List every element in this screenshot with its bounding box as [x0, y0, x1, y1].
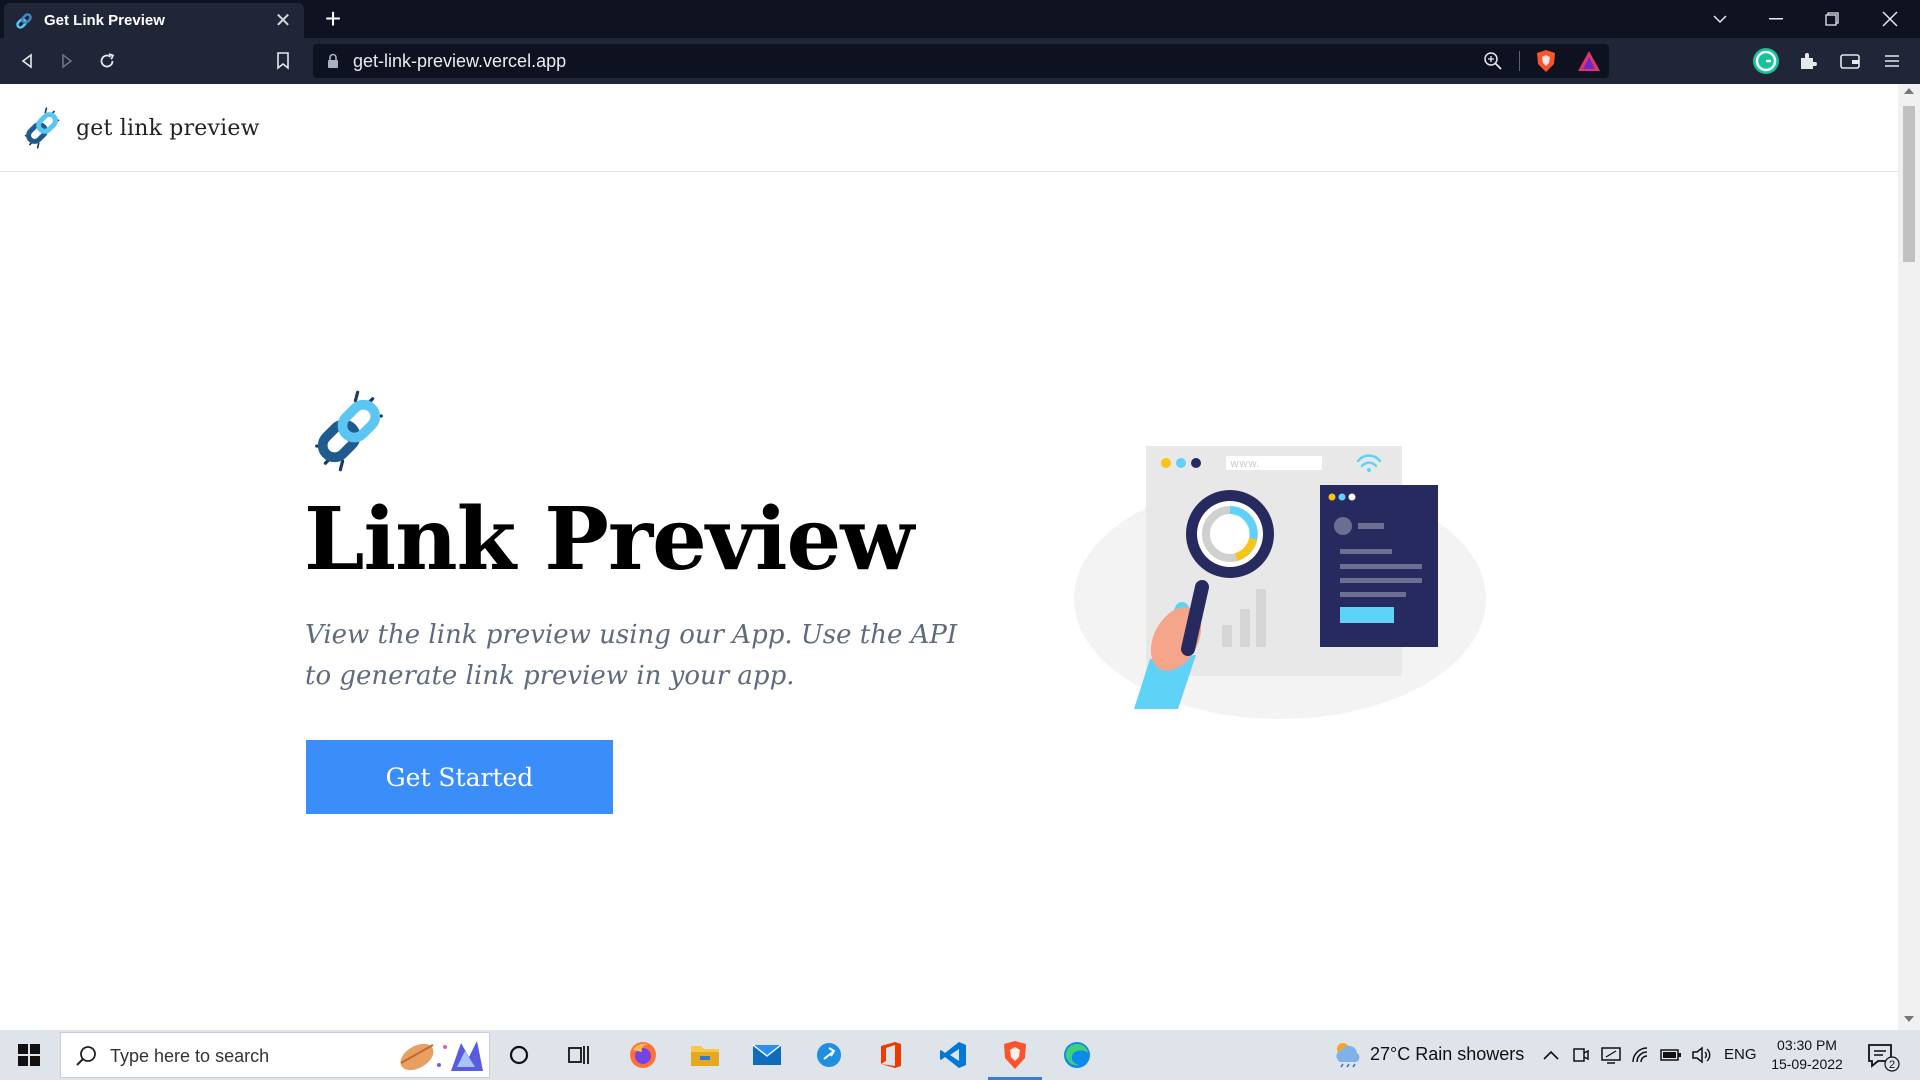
- search-placeholder: Type here to search: [110, 1046, 270, 1066]
- weather-widget[interactable]: 27°C Rain showers: [1332, 1040, 1524, 1068]
- maximize-icon[interactable]: [1804, 0, 1860, 38]
- brand-link[interactable]: get link preview: [20, 106, 260, 150]
- battery-icon[interactable]: [1660, 1044, 1682, 1066]
- brave-shield-icon[interactable]: [1535, 49, 1557, 73]
- lock-icon: [328, 53, 338, 68]
- file-explorer-icon[interactable]: [676, 1030, 734, 1080]
- edge-legacy-icon[interactable]: [800, 1030, 858, 1080]
- windows-taskbar: Type here to search 27°C Rain showers EN…: [0, 1030, 1920, 1080]
- browser-tab-bar: Get Link Preview ✕ +: [0, 0, 1920, 38]
- brave-icon[interactable]: [986, 1030, 1044, 1080]
- scroll-thumb[interactable]: [1903, 106, 1915, 262]
- zoom-icon[interactable]: [1483, 51, 1503, 71]
- weather-icon: [1336, 1043, 1360, 1068]
- mail-icon[interactable]: [738, 1030, 796, 1080]
- brand-name: get link preview: [76, 115, 260, 141]
- task-view-icon[interactable]: [550, 1030, 608, 1080]
- notification-icon[interactable]: 2: [1866, 1042, 1900, 1072]
- extensions-icon[interactable]: [1794, 47, 1822, 75]
- close-window-icon[interactable]: [1862, 0, 1918, 38]
- get-started-button[interactable]: Get Started: [306, 740, 613, 814]
- network-icon[interactable]: [1600, 1044, 1622, 1066]
- chevron-down-icon[interactable]: [1692, 0, 1748, 38]
- search-icon: [76, 1046, 96, 1066]
- hero-subtitle: View the link preview using our App. Use…: [305, 620, 958, 691]
- browser-toolbar: get-link-preview.vercel.app: [0, 38, 1920, 84]
- grammarly-icon[interactable]: [1752, 47, 1780, 75]
- language-indicator[interactable]: ENG: [1724, 1046, 1757, 1063]
- link-icon: [24, 107, 60, 149]
- hero-title: Link Preview: [304, 489, 914, 590]
- minimize-icon[interactable]: [1748, 0, 1804, 38]
- back-icon[interactable]: [12, 46, 42, 76]
- brave-rewards-icon[interactable]: [1577, 50, 1601, 72]
- firefox-icon[interactable]: [614, 1030, 672, 1080]
- cortana-icon[interactable]: [490, 1030, 548, 1080]
- scroll-up-icon[interactable]: [1904, 88, 1914, 94]
- volume-icon[interactable]: [1690, 1044, 1712, 1066]
- wallet-icon[interactable]: [1836, 47, 1864, 75]
- bookmark-icon[interactable]: [268, 46, 298, 76]
- illustration-www-text: www.: [1230, 457, 1259, 470]
- wifi-icon[interactable]: [1630, 1044, 1652, 1066]
- url-text: get-link-preview.vercel.app: [353, 51, 567, 71]
- site-header: get link preview: [0, 84, 1898, 172]
- weather-text: 27°C Rain showers: [1370, 1043, 1525, 1064]
- forward-icon[interactable]: [52, 46, 82, 76]
- search-highlight-art: [400, 1041, 483, 1071]
- edge-icon[interactable]: [1048, 1030, 1106, 1080]
- windows-icon[interactable]: [0, 1030, 58, 1080]
- close-icon[interactable]: ✕: [272, 11, 294, 31]
- clock-time: 03:30 PM: [1777, 1037, 1837, 1053]
- scroll-down-icon[interactable]: [1904, 1016, 1914, 1022]
- menu-icon[interactable]: [1878, 47, 1906, 75]
- browser-tab[interactable]: Get Link Preview ✕: [4, 3, 304, 38]
- tab-title: Get Link Preview: [44, 12, 165, 29]
- office-icon[interactable]: [862, 1030, 920, 1080]
- address-separator: [1519, 51, 1520, 71]
- address-bar[interactable]: get-link-preview.vercel.app: [313, 44, 1609, 78]
- plus-icon[interactable]: +: [318, 4, 348, 34]
- link-preview-illustration: www.: [1074, 446, 1486, 719]
- web-page: get link preview Link Preview View the l…: [0, 84, 1898, 1030]
- reload-icon[interactable]: [92, 46, 122, 76]
- page-scrollbar[interactable]: [1898, 84, 1920, 1030]
- hero-link-icon: [315, 390, 383, 472]
- meet-icon[interactable]: [1570, 1044, 1592, 1066]
- taskbar-search-box[interactable]: Type here to search: [60, 1032, 490, 1078]
- link-icon: [16, 12, 32, 29]
- vscode-icon[interactable]: [924, 1030, 982, 1080]
- notification-count: 2: [1889, 1059, 1895, 1071]
- clock-date: 15-09-2022: [1771, 1056, 1843, 1072]
- chevron-up-icon[interactable]: [1540, 1044, 1562, 1066]
- taskbar-clock[interactable]: 03:30 PM 15-09-2022: [1764, 1036, 1850, 1074]
